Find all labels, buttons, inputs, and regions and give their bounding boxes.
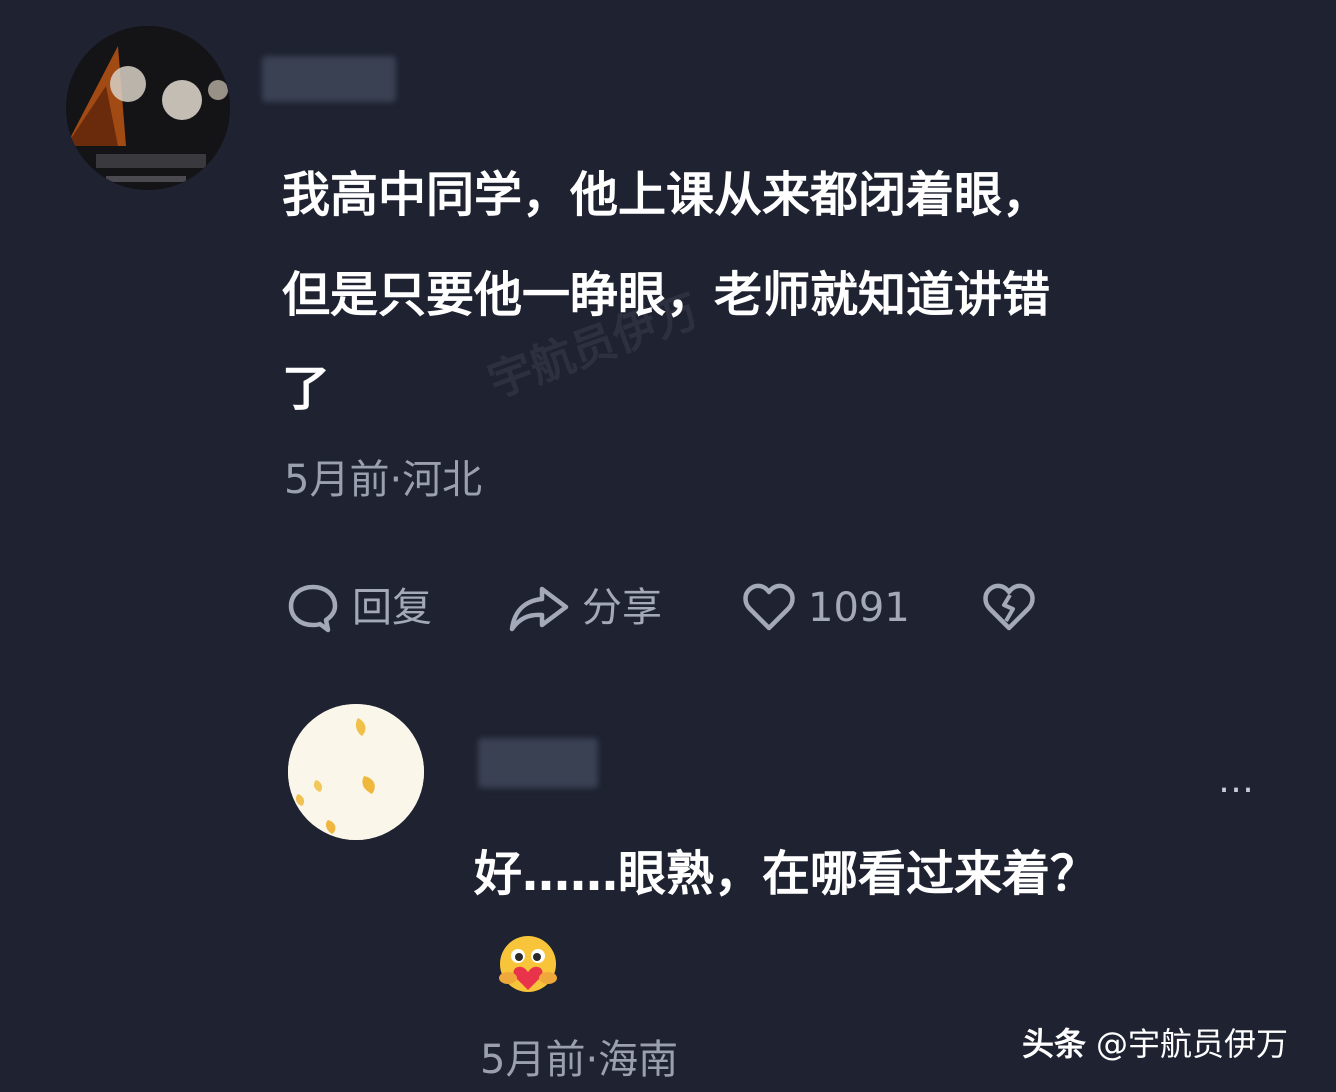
comment-bubble-icon bbox=[288, 584, 338, 633]
comment-actions: 回复 分享 1091 bbox=[286, 578, 1036, 638]
share-button[interactable]: 分享 bbox=[508, 583, 742, 633]
avatar-flower-icon bbox=[288, 704, 424, 840]
like-count: 1091 bbox=[808, 585, 910, 631]
share-arrow-icon bbox=[509, 586, 569, 632]
commenter-avatar[interactable] bbox=[66, 26, 230, 190]
commenter-username-redacted[interactable] bbox=[262, 56, 396, 102]
reply-label: 回复 bbox=[352, 585, 432, 631]
reply-meta: 5月前·海南 bbox=[480, 1037, 679, 1083]
hug-heart-emoji-icon bbox=[494, 934, 562, 998]
replier-avatar[interactable] bbox=[288, 704, 424, 840]
broken-heart-icon bbox=[983, 583, 1035, 631]
comment-meta: 5月前·河北 bbox=[284, 457, 483, 503]
like-button[interactable]: 1091 bbox=[742, 583, 982, 633]
reply-text: 好……眼熟，在哪看过来着？ bbox=[474, 846, 1099, 902]
comment-line-2: 但是只要他一睁眼，老师就知道讲错 bbox=[282, 267, 1051, 323]
brand-logo: 头条 bbox=[1022, 1025, 1087, 1063]
heart-icon bbox=[743, 583, 795, 631]
brand-watermark: 头条 @宇航员伊万 bbox=[1022, 1020, 1288, 1068]
brand-handle: @宇航员伊万 bbox=[1096, 1025, 1289, 1063]
share-label: 分享 bbox=[582, 585, 662, 631]
replier-username-redacted[interactable] bbox=[478, 738, 598, 788]
comment-screen: 宇航员伊万 我高中同学，他上课从来都闭着眼， 但是只要他一睁眼，老师就知道讲错 … bbox=[0, 0, 1336, 1092]
comment-line-3: 了 bbox=[282, 361, 331, 417]
more-options-button[interactable]: … bbox=[1218, 760, 1256, 801]
dislike-button[interactable] bbox=[982, 583, 1036, 633]
avatar-photo-icon bbox=[66, 26, 230, 190]
comment-line-1: 我高中同学，他上课从来都闭着眼， bbox=[282, 167, 1051, 223]
reply-button[interactable]: 回复 bbox=[286, 582, 508, 634]
